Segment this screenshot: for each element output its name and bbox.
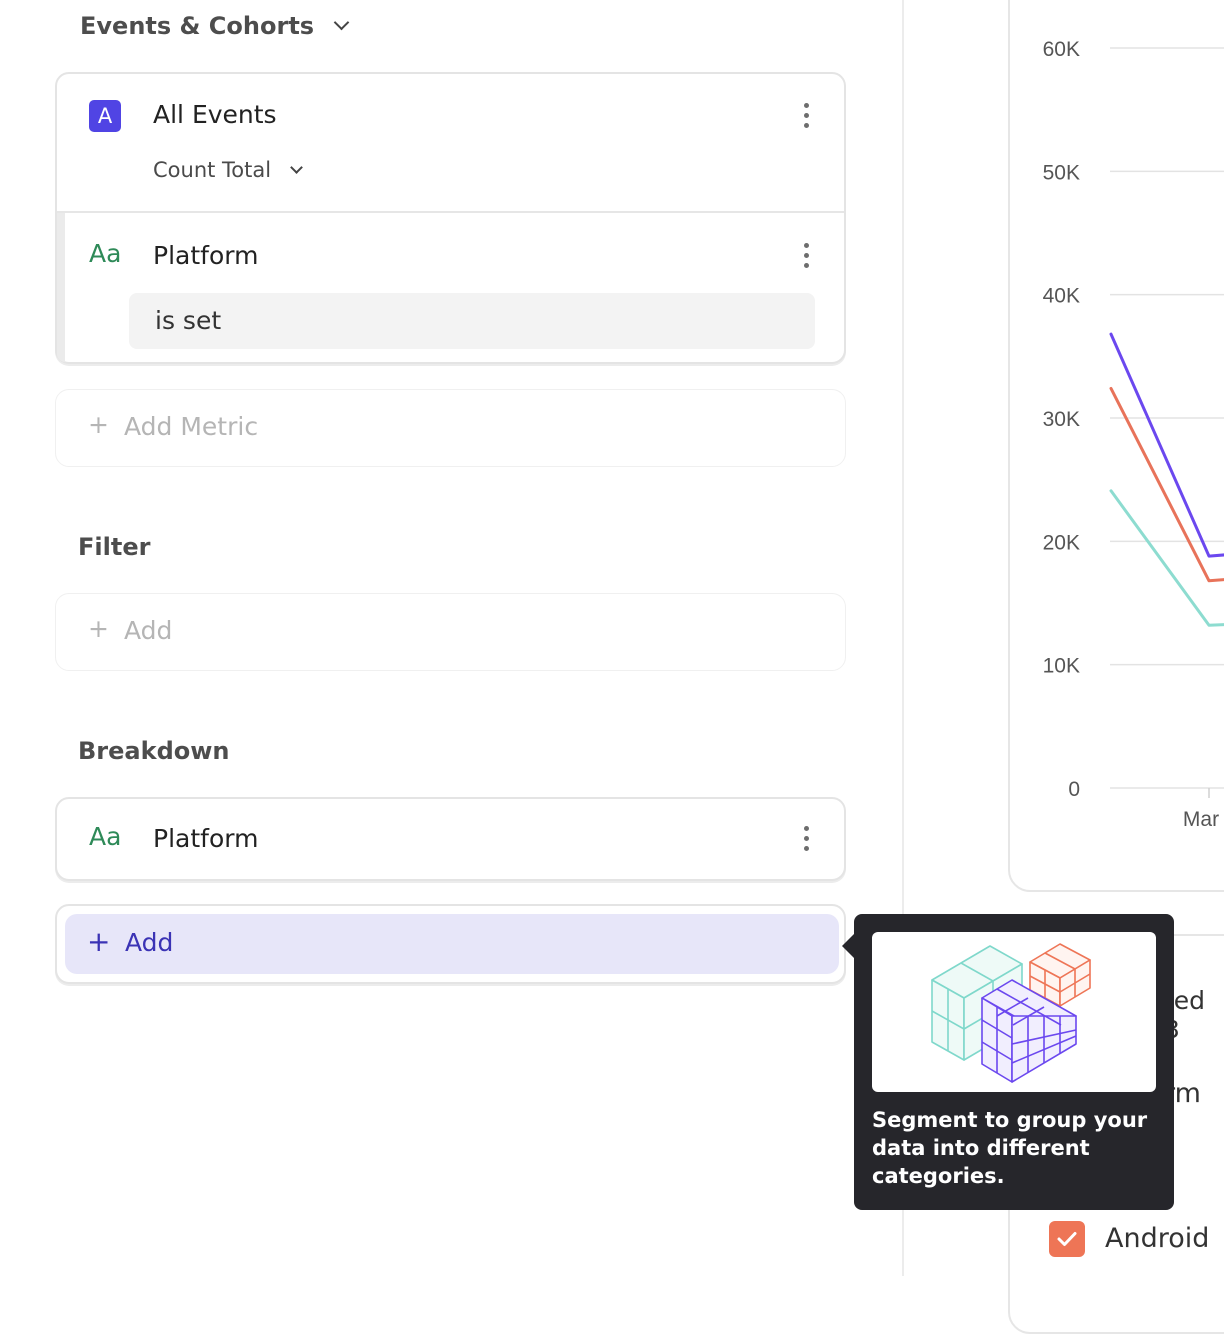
tooltip-illustration xyxy=(872,932,1156,1092)
checkmark-icon xyxy=(1057,1232,1077,1246)
cubes-illustration-icon xyxy=(931,943,1091,1083)
y-tick-label: 0 xyxy=(1068,778,1080,801)
y-tick-label: 10K xyxy=(1043,655,1080,678)
series-line xyxy=(1109,489,1224,627)
breakdown-tooltip: Segment to group your data into differen… xyxy=(842,914,1174,1210)
tooltip-text: Segment to group your data into differen… xyxy=(872,1108,1148,1188)
y-tick-label: 20K xyxy=(1043,531,1080,554)
line-chart: 60K 50K 40K 30K 20K 10K 0 Mar xyxy=(1043,38,1224,831)
series-line xyxy=(1109,332,1224,558)
y-tick-label: 30K xyxy=(1043,408,1080,431)
android-checkbox[interactable] xyxy=(1049,1221,1085,1257)
add-breakdown-label: Add xyxy=(125,928,174,957)
y-tick-label: 50K xyxy=(1043,161,1080,184)
y-tick-label: 60K xyxy=(1043,38,1080,61)
android-legend-label[interactable]: Android xyxy=(1105,1223,1209,1254)
y-tick-label: 40K xyxy=(1043,285,1080,308)
add-breakdown-container: + Add xyxy=(55,904,846,984)
x-tick-label: Mar xyxy=(1183,808,1219,831)
add-breakdown-button[interactable]: + Add xyxy=(65,914,839,974)
plus-icon: + xyxy=(87,925,111,958)
